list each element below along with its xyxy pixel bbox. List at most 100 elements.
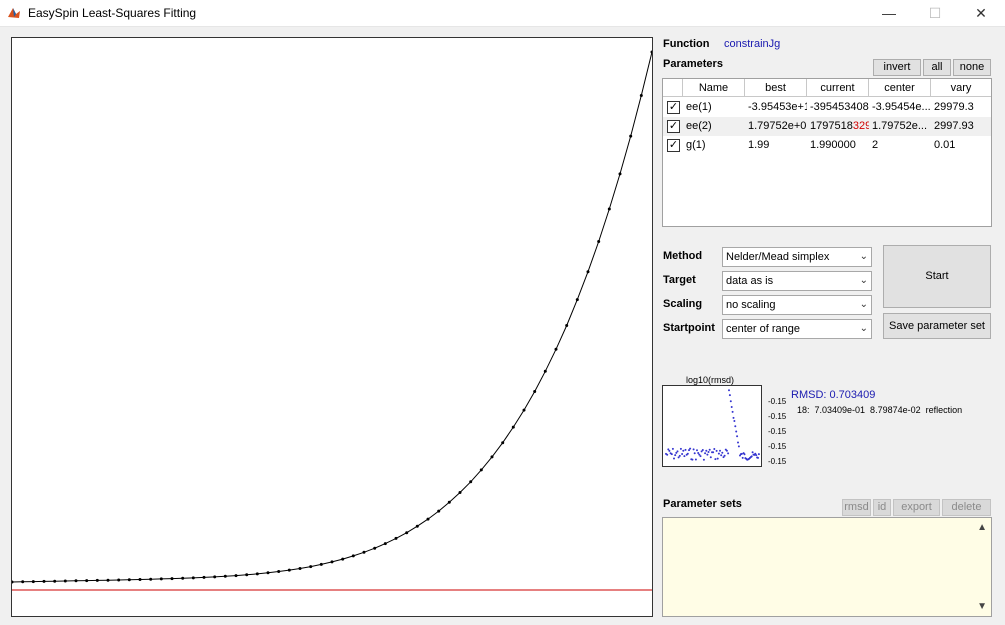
rmsd-point bbox=[684, 448, 687, 451]
param-vary[interactable]: 2997.93 bbox=[931, 117, 991, 136]
fit-plot-canvas bbox=[12, 50, 652, 591]
rmsd-tick: -0.15 bbox=[768, 457, 787, 466]
chevron-down-icon: ⌄ bbox=[859, 323, 868, 334]
all-button[interactable]: all bbox=[923, 59, 951, 76]
scaling-label: Scaling bbox=[663, 298, 703, 310]
scroll-up-icon[interactable]: ▲ bbox=[977, 522, 987, 533]
matlab-icon bbox=[8, 8, 20, 18]
param-center[interactable]: 1.79752e... bbox=[869, 117, 931, 136]
vary-checkbox[interactable]: ✓ bbox=[667, 101, 680, 114]
rmsd-point bbox=[708, 448, 711, 451]
rmsd-point bbox=[755, 454, 758, 457]
minimize-button[interactable]: — bbox=[866, 0, 912, 27]
param-current[interactable]: -395453408 bbox=[807, 98, 869, 117]
id-button[interactable]: id bbox=[873, 499, 891, 516]
fit-data-point bbox=[618, 172, 622, 176]
target-label: Target bbox=[663, 274, 696, 286]
fit-data-point bbox=[202, 575, 206, 579]
rmsd-point bbox=[668, 449, 671, 452]
rmsd-point bbox=[679, 447, 682, 450]
rmsd-point bbox=[715, 449, 718, 452]
rmsd-point bbox=[751, 451, 754, 454]
fit-data-point bbox=[597, 240, 601, 243]
fit-data-point bbox=[309, 565, 313, 569]
parameter-sets-label: Parameter sets bbox=[663, 498, 742, 510]
function-value: constrainJg bbox=[724, 38, 781, 50]
fit-data-point bbox=[12, 580, 14, 584]
rmsd-point bbox=[723, 454, 726, 457]
vary-checkbox[interactable]: ✓ bbox=[667, 120, 680, 133]
fit-data-point bbox=[373, 546, 377, 550]
fit-data-point bbox=[415, 524, 419, 528]
rmsd-point bbox=[750, 455, 753, 458]
rmsd-point bbox=[682, 449, 685, 452]
column-header-name[interactable]: Name bbox=[683, 79, 745, 97]
rmsd-point bbox=[727, 452, 730, 455]
function-label: Function bbox=[663, 38, 710, 50]
fit-data-point bbox=[469, 480, 473, 484]
rmsd-point bbox=[735, 430, 738, 433]
rmsd-point bbox=[728, 394, 731, 397]
fit-data-point bbox=[394, 536, 398, 540]
parameter-table[interactable]: Name best current center vary ✓ ee(1) -3… bbox=[662, 78, 992, 227]
fit-data-point bbox=[106, 578, 110, 582]
rmsd-point bbox=[683, 455, 686, 458]
rmsd-point bbox=[714, 458, 717, 461]
rmsd-point bbox=[757, 453, 760, 456]
scaling-select[interactable]: no scaling ⌄ bbox=[722, 295, 872, 315]
fit-data-point bbox=[543, 369, 547, 373]
rmsd-point bbox=[731, 410, 734, 413]
fit-data-point bbox=[85, 579, 89, 583]
parameter-sets-list[interactable]: ▲ ▼ bbox=[662, 517, 992, 617]
param-vary[interactable]: 0.01 bbox=[931, 136, 991, 155]
rmsd-point bbox=[725, 449, 728, 452]
table-row: ✓ ee(1) -3.95453e+1 -395453408 -3.95454e… bbox=[663, 98, 991, 117]
param-center[interactable]: 2 bbox=[869, 136, 931, 155]
param-current-changed-digits: 329 bbox=[852, 120, 869, 132]
fit-data-point bbox=[586, 270, 590, 274]
param-name: g(1) bbox=[686, 139, 706, 151]
maximize-button[interactable]: ☐ bbox=[912, 0, 958, 27]
rmsd-point bbox=[721, 451, 724, 454]
none-button[interactable]: none bbox=[953, 59, 991, 76]
rmsd-point bbox=[694, 458, 697, 461]
delete-button[interactable]: delete bbox=[942, 499, 991, 516]
target-value: data as is bbox=[726, 275, 774, 287]
fit-data-point bbox=[629, 134, 633, 138]
column-header-vary[interactable]: vary bbox=[931, 79, 991, 97]
target-select[interactable]: data as is ⌄ bbox=[722, 271, 872, 291]
rmsd-point bbox=[673, 457, 675, 460]
rmsd-point bbox=[709, 456, 712, 459]
vary-checkbox[interactable]: ✓ bbox=[667, 139, 680, 152]
column-header-center[interactable]: center bbox=[869, 79, 931, 97]
rmsd-point bbox=[678, 454, 681, 457]
invert-button[interactable]: invert bbox=[873, 59, 921, 76]
fit-data-point bbox=[277, 570, 281, 573]
method-select[interactable]: Nelder/Mead simplex ⌄ bbox=[722, 247, 872, 267]
param-current[interactable]: 1797518329 bbox=[807, 117, 869, 136]
rmsd-point bbox=[728, 389, 730, 392]
column-header-best[interactable]: best bbox=[745, 79, 807, 97]
rmsd-point bbox=[686, 452, 689, 455]
fit-data-point bbox=[127, 578, 131, 582]
fit-data-point bbox=[426, 517, 430, 521]
rmsd-point bbox=[689, 447, 692, 450]
close-button[interactable]: ✕ bbox=[958, 0, 1004, 27]
fit-data-point bbox=[554, 347, 558, 351]
fit-data-point bbox=[565, 324, 569, 327]
param-vary[interactable]: 29979.3 bbox=[931, 98, 991, 117]
fit-data-point bbox=[74, 579, 78, 583]
rmsd-button[interactable]: rmsd bbox=[842, 499, 871, 516]
save-parameter-set-button[interactable]: Save parameter set bbox=[883, 313, 991, 339]
column-header-current[interactable]: current bbox=[807, 79, 869, 97]
rmsd-point bbox=[732, 416, 735, 419]
scroll-down-icon[interactable]: ▼ bbox=[977, 601, 987, 612]
param-center[interactable]: -3.95454e... bbox=[869, 98, 931, 117]
fit-data-point bbox=[330, 560, 334, 564]
export-button[interactable]: export bbox=[893, 499, 940, 516]
startpoint-select[interactable]: center of range ⌄ bbox=[722, 319, 872, 339]
param-current[interactable]: 1.990000 bbox=[807, 136, 869, 155]
rmsd-point bbox=[716, 457, 719, 460]
start-button[interactable]: Start bbox=[883, 245, 991, 308]
param-name: ee(1) bbox=[686, 101, 712, 113]
